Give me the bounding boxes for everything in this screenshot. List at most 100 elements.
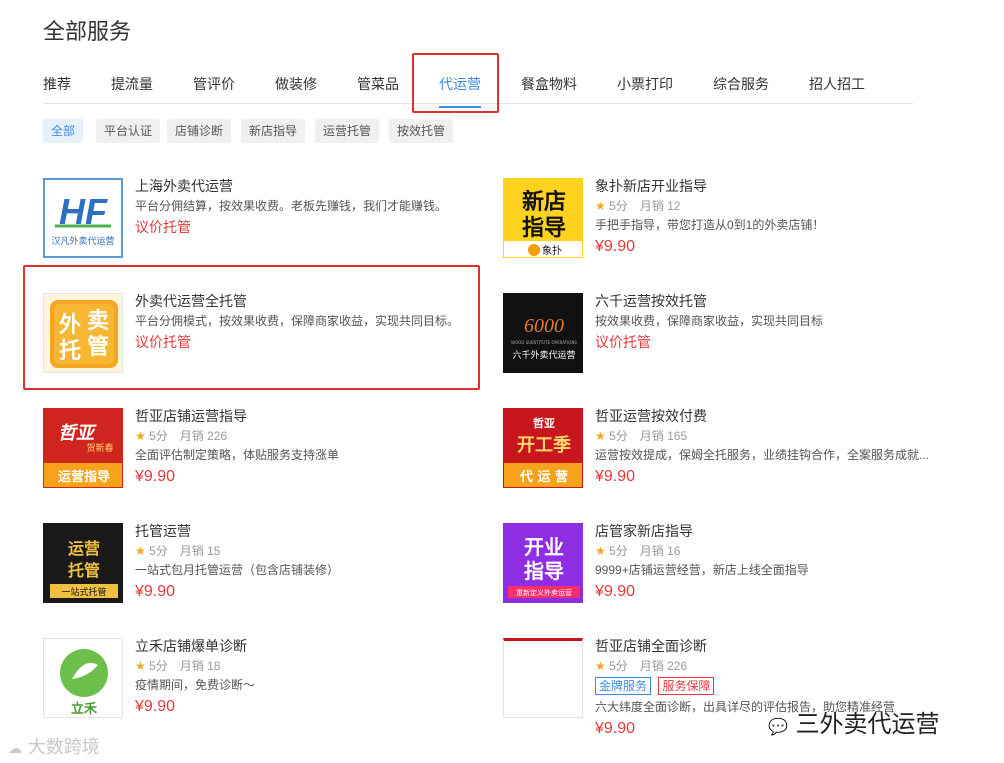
watermark-logo-icon: ☁	[8, 741, 22, 757]
service-guarantee-badge: 服务保障	[658, 677, 715, 695]
product-thumbnail: 6000 WOOD SUBSTITUTE OPERATIONS 六千外卖代运营	[503, 293, 583, 373]
star-icon: ★	[595, 544, 606, 558]
product-title[interactable]: 哲亚店铺运营指导	[135, 408, 483, 424]
product-description: 手把手指导，带您打造从0到1的外卖店铺！	[595, 218, 825, 232]
product-title[interactable]: 外卖代运营全托管	[135, 293, 483, 309]
filter-store-diagnosis[interactable]: 店铺诊断	[167, 119, 232, 143]
product-thumbnail	[503, 638, 583, 718]
product-price: ¥9.90	[135, 583, 176, 600]
star-icon: ★	[595, 659, 606, 673]
product-title[interactable]: 托管运营	[135, 523, 483, 539]
monthly-sales: 月销 18	[179, 659, 221, 673]
product-title[interactable]: 立禾店铺爆单诊断	[135, 638, 483, 654]
product-title[interactable]: 哲亚运营按效付费	[595, 408, 943, 424]
product-card[interactable]: 哲亚 开工季 代 运 营 哲亚运营按效付费 ★ 5分 月销 165 运营按效提成，…	[503, 408, 943, 498]
product-rating: ★ 5分 月销 165	[595, 429, 688, 443]
svg-text:开业: 开业	[524, 535, 564, 559]
product-price: ¥9.90	[595, 468, 636, 485]
star-icon: ★	[135, 659, 146, 673]
page-title: 全部服务	[43, 19, 132, 44]
tab-recruitment[interactable]: 招人招工	[809, 74, 865, 94]
product-thumbnail: 新店 指导 象扑	[503, 178, 583, 258]
filter-all[interactable]: 全部	[43, 119, 84, 143]
monthly-sales: 月销 226	[179, 429, 228, 443]
product-card[interactable]: HF 汉凡外卖代运营 上海外卖代运营 平台分佣结算，按效果收费。老板先赚钱，我们…	[43, 178, 483, 268]
tab-decoration[interactable]: 做装修	[275, 74, 317, 94]
product-title[interactable]: 店管家新店指导	[595, 523, 943, 539]
thumbnail-caption: 汉凡外卖代运营	[51, 235, 114, 247]
watermark-left: ☁ 大数跨境	[8, 737, 100, 758]
product-rating: ★ 5分 月销 226	[595, 659, 688, 673]
product-card[interactable]: 外 卖 托 管 外卖代运营全托管 平台分佣模式，按效果收费，保障商家收益，实现共…	[43, 293, 483, 383]
tab-reviews[interactable]: 管评价	[193, 74, 235, 94]
filter-platform-certified[interactable]: 平台认证	[96, 119, 161, 143]
svg-text:代 运 营: 代 运 营	[519, 469, 568, 485]
product-description: 运营按效提成，保姆全托服务，业绩挂钩合作，全案服务成就...	[595, 448, 930, 462]
svg-text:六千外卖代运营: 六千外卖代运营	[512, 349, 575, 361]
product-rating: ★ 5分 月销 226	[135, 429, 228, 443]
price-negotiable: 议价托管	[135, 219, 191, 235]
product-title[interactable]: 六千运营按效托管	[595, 293, 943, 309]
svg-text:贺新春: 贺新春	[86, 442, 113, 454]
monthly-sales: 月销 165	[639, 429, 688, 443]
product-title[interactable]: 象扑新店开业指导	[595, 178, 943, 194]
product-description: 一站式包月托管运营（包含店铺装修）	[135, 563, 340, 577]
svg-text:哲亚: 哲亚	[533, 416, 555, 430]
star-icon: ★	[595, 199, 606, 213]
product-price: ¥9.90	[135, 698, 176, 715]
category-tabs: 推荐 提流量 管评价 做装修 管菜品 代运营 餐盒物料 小票打印 综合服务 招人…	[43, 66, 913, 108]
price-negotiable: 议价托管	[135, 334, 191, 350]
tab-packaging[interactable]: 餐盒物料	[521, 74, 577, 94]
elephant-logo-icon	[528, 244, 540, 256]
tab-operation-agency[interactable]: 代运营	[439, 74, 481, 108]
svg-text:哲亚: 哲亚	[58, 423, 97, 444]
svg-text:象扑: 象扑	[542, 244, 562, 257]
product-thumbnail: HF 汉凡外卖代运营	[43, 178, 123, 258]
filter-operation-hosting[interactable]: 运营托管	[315, 119, 380, 143]
product-card[interactable]: 新店 指导 象扑 象扑新店开业指导 ★ 5分 月销 12 手把手指导，带您打造从0…	[503, 178, 943, 268]
product-card[interactable]: 运营 托管 一站式托管 托管运营 ★ 5分 月销 15 一站式包月托管运营（包含店…	[43, 523, 483, 613]
svg-text:指导: 指导	[522, 216, 566, 241]
svg-text:开工季: 开工季	[517, 435, 571, 456]
product-thumbnail: 立禾	[43, 638, 123, 718]
filter-performance-hosting[interactable]: 按效托管	[389, 119, 454, 143]
product-rating: ★ 5分 月销 18	[135, 659, 221, 673]
product-title[interactable]: 哲亚店铺全面诊断	[595, 638, 943, 654]
product-card[interactable]: 6000 WOOD SUBSTITUTE OPERATIONS 六千外卖代运营 …	[503, 293, 943, 383]
product-rating: ★ 5分 月销 12	[595, 199, 681, 213]
product-rating: ★ 5分 月销 15	[135, 544, 221, 558]
product-card[interactable]: 哲亚 贺新春 运营指导 哲亚店铺运营指导 ★ 5分 月销 226 全面评估制定策略…	[43, 408, 483, 498]
svg-text:托: 托	[59, 339, 81, 364]
product-card[interactable]: 立禾 立禾店铺爆单诊断 ★ 5分 月销 18 疫情期间，免费诊断～ ¥9.90	[43, 638, 483, 728]
filter-new-store-guidance[interactable]: 新店指导	[241, 119, 306, 143]
tab-recommend[interactable]: 推荐	[43, 74, 71, 94]
product-thumbnail: 哲亚 贺新春 运营指导	[43, 408, 123, 488]
service-badges: 金牌服务 服务保障	[595, 677, 943, 695]
product-price: ¥9.90	[135, 468, 176, 485]
product-thumbnail: 开业 指导 重新定义外卖运营	[503, 523, 583, 603]
product-description: 全面评估制定策略，体贴服务支持涨单	[135, 448, 340, 462]
gold-service-badge: 金牌服务	[595, 677, 652, 695]
product-description: 疫情期间，免费诊断～	[135, 678, 256, 692]
svg-text:运营: 运营	[68, 539, 100, 558]
tab-dishes[interactable]: 管菜品	[357, 74, 399, 94]
product-thumbnail: 外 卖 托 管	[43, 293, 123, 373]
monthly-sales: 月销 15	[179, 544, 221, 558]
wechat-icon: 💬	[768, 717, 788, 736]
monthly-sales: 月销 12	[639, 199, 681, 213]
svg-text:重新定义外卖运营: 重新定义外卖运营	[516, 588, 572, 597]
product-description: 按效果收费，保障商家收益，实现共同目标	[595, 314, 824, 328]
product-price: ¥9.90	[595, 238, 636, 255]
tab-traffic[interactable]: 提流量	[111, 74, 153, 94]
tab-receipt-printing[interactable]: 小票打印	[617, 74, 673, 94]
product-card[interactable]: 开业 指导 重新定义外卖运营 店管家新店指导 ★ 5分 月销 16 9999+店铺…	[503, 523, 943, 613]
product-thumbnail: 哲亚 开工季 代 运 营	[503, 408, 583, 488]
product-rating: ★ 5分 月销 16	[595, 544, 681, 558]
tab-integrated-services[interactable]: 综合服务	[713, 74, 769, 94]
star-icon: ★	[595, 429, 606, 443]
star-icon: ★	[135, 544, 146, 558]
product-title[interactable]: 上海外卖代运营	[135, 178, 483, 194]
price-negotiable: 议价托管	[595, 334, 651, 350]
product-description: 平台分佣模式，按效果收费，保障商家收益，实现共同目标。	[135, 314, 460, 328]
svg-text:运营指导: 运营指导	[58, 469, 110, 485]
